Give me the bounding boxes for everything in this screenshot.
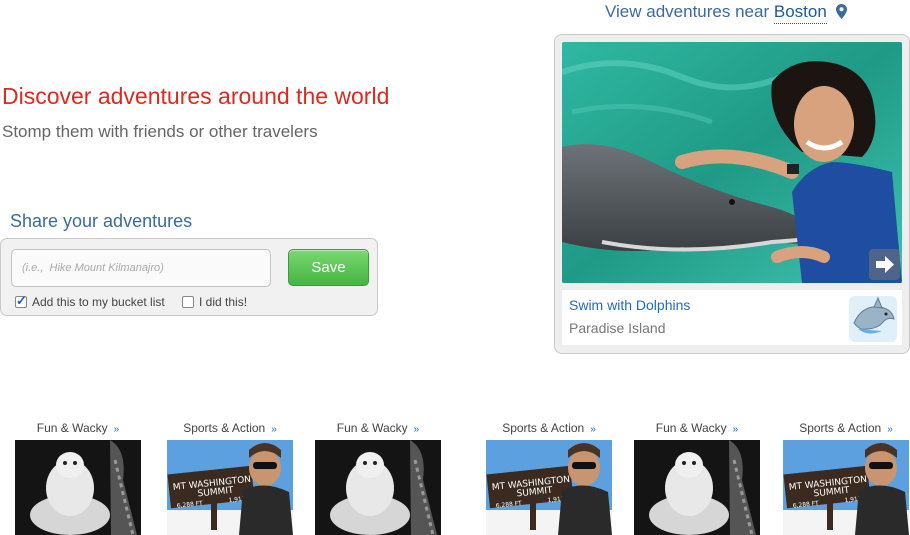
dolphin-icon [849, 296, 897, 342]
more-arrow-icon: » [887, 424, 893, 435]
city-link[interactable]: Boston [773, 2, 827, 24]
featured-photo[interactable] [562, 42, 902, 283]
snowman-photo[interactable] [315, 440, 441, 535]
page-subheadline: Stomp them with friends or other travele… [2, 122, 318, 141]
featured-adventure-card[interactable]: Swim with Dolphins Paradise Island [554, 34, 910, 354]
near-label: View adventures near [605, 2, 770, 21]
more-arrow-icon: » [590, 424, 596, 435]
page-headline: Discover adventures around the world [2, 83, 390, 109]
thumbnail-card[interactable]: Fun & Wacky» [315, 421, 441, 535]
featured-title[interactable]: Swim with Dolphins [569, 297, 690, 313]
more-arrow-icon: » [113, 424, 120, 435]
more-arrow-icon: » [413, 424, 420, 435]
thumbnail-card[interactable]: Fun & Wacky» [634, 421, 760, 535]
thumbnail-card[interactable]: Sports & Action» MT WASHINGTON SUMMIT 6,… [167, 421, 293, 535]
bucket-list-option[interactable]: Add this to my bucket list [15, 293, 165, 309]
share-title: Share your adventures [10, 211, 193, 231]
thumbnail-category[interactable]: Fun & Wacky» [315, 421, 441, 437]
snowman-photo[interactable] [15, 440, 141, 535]
did-it-label: I did this! [199, 295, 248, 309]
thumbnail-category[interactable]: Fun & Wacky» [15, 421, 141, 437]
thumbnail-card[interactable]: Sports & Action» MT WASHINGTON SUMMIT 6,… [783, 421, 909, 535]
thumbnail-card[interactable]: Fun & Wacky» [15, 421, 141, 535]
thumbnail-category[interactable]: Sports & Action» [486, 421, 612, 437]
bucket-list-label: Add this to my bucket list [32, 295, 165, 309]
featured-location: Paradise Island [569, 320, 666, 336]
next-photo-button[interactable] [869, 249, 900, 280]
more-arrow-icon: » [271, 424, 277, 435]
thumbnail-card[interactable]: Sports & Action» MT WASHINGTON SUMMIT 6,… [486, 421, 612, 535]
mt-washington-photo[interactable]: MT WASHINGTON SUMMIT 6,288 FT 1,917 [486, 440, 612, 535]
mt-washington-photo[interactable]: MT WASHINGTON SUMMIT 6,288 FT 1,917 [167, 440, 293, 535]
bucket-list-checkbox[interactable] [15, 293, 27, 309]
location-selector: View adventures near Boston [605, 2, 847, 24]
did-it-checkbox[interactable] [182, 296, 194, 308]
featured-info: Swim with Dolphins Paradise Island [562, 290, 902, 345]
adventure-input[interactable] [11, 249, 271, 287]
thumbnail-category[interactable]: Sports & Action» [167, 421, 293, 437]
did-it-option[interactable]: I did this! [182, 295, 247, 309]
thumbnail-category[interactable]: Sports & Action» [783, 421, 909, 437]
share-adventure-form: Save Add this to my bucket list I did th… [0, 238, 378, 316]
mt-washington-photo[interactable]: MT WASHINGTON SUMMIT 6,288 FT 1,917 [783, 440, 909, 535]
snowman-photo[interactable] [634, 440, 760, 535]
more-arrow-icon: » [732, 424, 739, 435]
arrow-right-icon [876, 256, 894, 273]
map-pin-icon[interactable] [835, 4, 847, 19]
save-button[interactable]: Save [288, 249, 369, 286]
thumbnail-category[interactable]: Fun & Wacky» [634, 421, 760, 437]
